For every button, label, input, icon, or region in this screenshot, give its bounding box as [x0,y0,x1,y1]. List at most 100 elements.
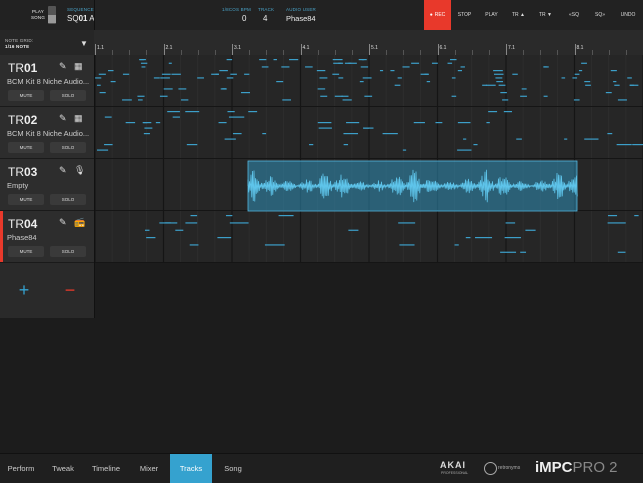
tab-song[interactable]: Song [212,454,254,483]
note-block [248,111,258,113]
track-down-button[interactable]: TR ▼ [532,0,559,30]
pencil-icon[interactable]: ✎ [59,165,67,176]
note-block [334,95,343,97]
track-program: Empty [7,181,29,190]
minus-icon: − [64,279,76,300]
stop-button[interactable]: STOP [451,0,478,30]
note-block [460,66,465,68]
ruler-tick [506,44,507,55]
solo-button[interactable]: SOLO [50,142,86,153]
sequence-grid[interactable] [95,55,643,263]
track-row[interactable]: TR01 BCM Kit 8 Niche Audio... ✎ ▦ MUTE SOLO [0,55,94,107]
pencil-icon[interactable]: ✎ [59,217,67,228]
mute-button[interactable]: MUTE [8,90,44,101]
plus-icon: + [18,279,30,300]
note-block [450,59,457,61]
grid-icon[interactable]: ▦ [74,113,83,124]
mute-button[interactable]: MUTE [8,246,44,257]
solo-button[interactable]: SOLO [50,90,86,101]
note-block [614,84,620,86]
retronyms-logo-icon [484,462,497,475]
note-block [617,99,627,101]
track-program: Phase84 [7,233,37,242]
impc-suffix: PRO 2 [572,459,618,476]
note-block [227,111,235,113]
chevron-down-icon: ▼ [80,39,88,48]
note-block [344,62,352,64]
track-down-label: TR ▼ [538,12,552,18]
note-block [146,237,156,239]
note-block [172,116,180,118]
note-block [607,222,626,224]
microphone-icon[interactable]: 🎙 [74,165,85,176]
note-block [178,88,187,90]
note-block [110,81,116,83]
play-button[interactable]: PLAY [478,0,505,30]
sequence-next-button[interactable]: SQ» [589,0,611,30]
sequence-prev-button[interactable]: «SQ [563,0,585,30]
note-block [585,84,591,86]
play-songs-toggle[interactable]: PLAY SONG [30,9,46,21]
tab-perform[interactable]: Perform [0,454,42,483]
pencil-icon[interactable]: ✎ [59,113,67,124]
mute-button[interactable]: MUTE [8,194,44,205]
note-block [175,229,184,231]
bpm-value[interactable]: 0 [242,14,246,23]
note-block [578,70,583,72]
track-row[interactable]: TR04 Phase84 ✎ 📻 MUTE SOLO [0,211,94,263]
note-block [610,70,617,72]
note-grid-selector[interactable]: NOTE GRID: 1/16 NOTE ▼ [0,30,94,55]
track-program: BCM Kit 8 Niche Audio... [7,129,90,138]
sequence-selector[interactable]: SQ01 A [67,14,95,23]
rec-button[interactable]: ● REC [424,0,451,30]
tab-tracks[interactable]: Tracks [170,454,212,483]
sequence-prefix: SQ [67,14,79,23]
timeline-ruler[interactable]: 1.1 2.1 3.1 4.1 5.1 6.1 7.1 8.1 [95,30,643,55]
pencil-icon[interactable]: ✎ [59,61,67,72]
note-block [399,244,415,246]
note-block [167,111,180,113]
track-number: 02 [24,113,38,127]
tab-mixer[interactable]: Mixer [128,454,170,483]
track-row[interactable]: TR02 BCM Kit 8 Niche Audio... ✎ ▦ MUTE SOLO [0,107,94,159]
note-block [97,149,109,151]
note-block [138,99,143,101]
bpm-caption: 1/8COS BPM [222,7,252,12]
ruler-label: 6.1 [439,45,447,51]
note-block [584,138,599,140]
tab-label: Song [224,464,242,473]
note-block [143,122,148,124]
note-block [402,66,410,68]
track-row[interactable]: TR03 Empty ✎ 🎙 MUTE SOLO [0,159,94,211]
solo-button[interactable]: SOLO [50,194,86,205]
remove-track-button[interactable]: − [56,277,84,303]
tab-tweak[interactable]: Tweak [42,454,84,483]
audio-user-value[interactable]: Phase84 [286,14,316,23]
grid-icon[interactable]: ▦ [74,61,83,72]
ruler-tick [574,44,576,55]
solo-label: SOLO [61,197,75,202]
track-value[interactable]: 4 [263,14,267,23]
speaker-icon[interactable]: 📻 [74,217,85,228]
note-block [504,237,521,239]
undo-button[interactable]: UNDO [615,0,641,30]
note-block [521,88,527,90]
add-track-button[interactable]: + [10,277,38,303]
track-caption: TRACK [258,7,275,12]
track-number: 03 [24,165,38,179]
track-up-button[interactable]: TR ▲ [505,0,532,30]
note-block [457,149,472,151]
note-block [573,99,580,101]
note-block [572,77,578,79]
play-song-switch[interactable] [48,6,56,24]
note-block [584,81,591,83]
tab-timeline[interactable]: Timeline [84,454,128,483]
solo-button[interactable]: SOLO [50,246,86,257]
note-block [634,215,639,217]
note-block [240,92,250,94]
note-block [502,99,509,101]
mute-button[interactable]: MUTE [8,142,44,153]
sequence-prev-label: «SQ [568,12,579,18]
sequence-caption: SEQUENCE [67,7,94,12]
akai-logo: AKAI [440,460,466,470]
